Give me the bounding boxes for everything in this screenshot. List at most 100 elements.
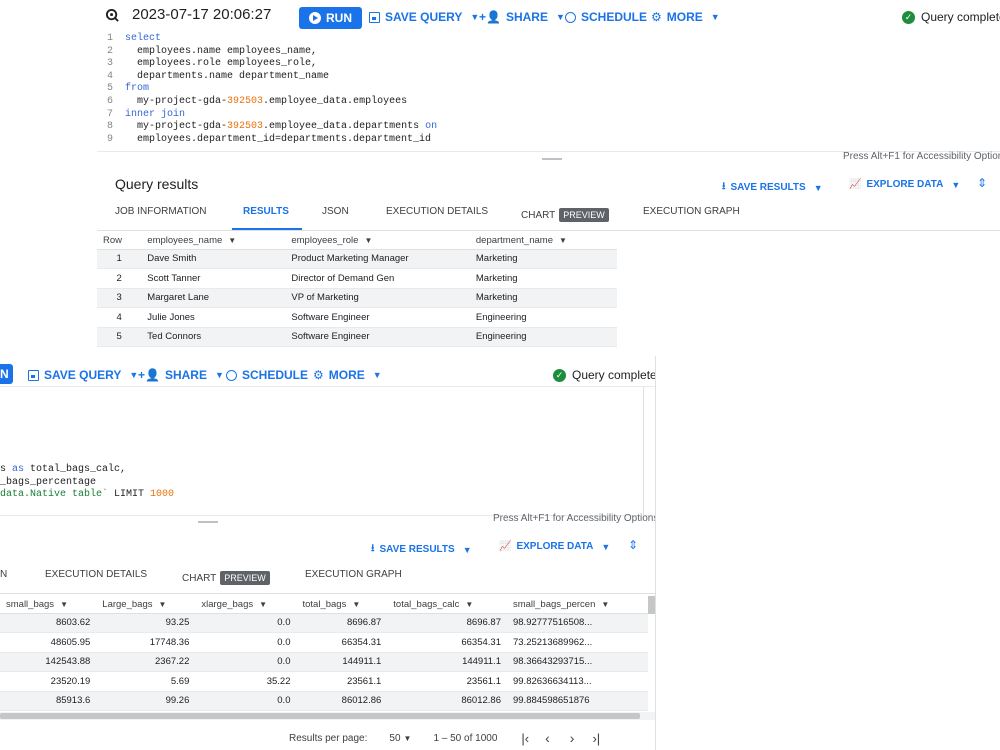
tab-json[interactable]: N bbox=[0, 569, 7, 580]
download-icon: ⭳ bbox=[371, 543, 375, 554]
table-cell: Director of Demand Gen bbox=[285, 268, 470, 289]
share-button[interactable]: +👤 SHARE ▼ bbox=[138, 368, 224, 382]
query-icon[interactable] bbox=[105, 8, 120, 26]
chevron-down-icon: ▼ bbox=[403, 733, 412, 743]
table-cell: Marketing bbox=[469, 268, 617, 289]
table-cell: 144911.1 bbox=[296, 652, 388, 672]
tab-chart[interactable]: CHART PREVIEW bbox=[182, 571, 270, 585]
tab-execution-details[interactable]: EXECUTION DETAILS bbox=[386, 206, 488, 217]
table-cell: 144911.1 bbox=[387, 652, 507, 672]
code-line: data.Native table` LIMIT 1000 bbox=[0, 489, 175, 501]
first-page-icon[interactable]: |‹ bbox=[521, 731, 529, 746]
sql-editor[interactable]: 1 select 2 employees.name employees_name, 3… bbox=[97, 33, 1000, 151]
share-button[interactable]: +👤 SHARE ▼ bbox=[479, 10, 565, 24]
column-header[interactable]: small_bags ▼ bbox=[0, 596, 97, 614]
column-header[interactable]: total_bags ▼ bbox=[296, 596, 388, 614]
results-per-page-select[interactable]: 50 ▼ bbox=[389, 733, 411, 744]
chevron-down-icon: ▼ bbox=[813, 182, 823, 193]
table-cell: 73.25213689962... bbox=[506, 632, 648, 653]
column-menu-icon[interactable]: ▼ bbox=[559, 236, 567, 245]
line-number: 6 bbox=[106, 95, 113, 107]
tab-json[interactable]: JSON bbox=[322, 206, 349, 217]
code-line: 1 select bbox=[97, 33, 1000, 46]
column-menu-icon[interactable]: ▼ bbox=[465, 600, 473, 609]
column-menu-icon[interactable]: ▼ bbox=[601, 600, 609, 609]
resize-handle[interactable] bbox=[542, 158, 562, 160]
vertical-scrollbar[interactable] bbox=[648, 596, 655, 614]
column-header[interactable]: employees_role ▼ bbox=[285, 232, 470, 250]
column-header-label: total_bags_calc bbox=[393, 598, 460, 610]
expand-collapse-icon[interactable]: ⇕ bbox=[977, 176, 987, 190]
save-query-button[interactable]: SAVE QUERY ▼ bbox=[28, 368, 138, 382]
run-button[interactable]: RUN bbox=[299, 7, 362, 29]
tab-execution-graph[interactable]: EXECUTION GRAPH bbox=[643, 206, 740, 217]
check-circle-icon: ✓ bbox=[902, 10, 915, 24]
accessibility-hint: Press Alt+F1 for Accessibility Options bbox=[843, 151, 1000, 162]
column-header[interactable]: employees_name ▼ bbox=[141, 232, 286, 250]
code-text: my-project-gda-392503.employee_data.empl… bbox=[125, 95, 408, 107]
run-button[interactable]: N bbox=[0, 364, 13, 384]
row-number: 4 bbox=[97, 307, 142, 328]
query-tab-timestamp[interactable]: 2023-07-17 20:06:27 bbox=[132, 6, 271, 23]
table-cell: 23561.1 bbox=[387, 671, 507, 692]
table-cell: 8696.87 bbox=[387, 613, 507, 633]
query-results-title: Query results bbox=[115, 176, 199, 192]
tab-results[interactable]: RESULTS bbox=[243, 206, 289, 217]
table-cell: 0.0 bbox=[195, 652, 297, 672]
horizontal-scrollbar-thumb[interactable] bbox=[0, 713, 640, 719]
column-header[interactable]: total_bags_calc ▼ bbox=[387, 596, 507, 614]
column-header[interactable]: Row bbox=[97, 232, 142, 250]
check-circle-icon: ✓ bbox=[553, 368, 566, 382]
table-cell: 99.26 bbox=[96, 691, 196, 711]
explore-data-button[interactable]: 📈 EXPLORE DATA ▼ bbox=[499, 541, 610, 552]
column-menu-icon[interactable]: ▼ bbox=[60, 600, 68, 609]
play-icon bbox=[309, 12, 321, 24]
chevron-down-icon: ▼ bbox=[372, 370, 382, 380]
column-menu-icon[interactable]: ▼ bbox=[228, 236, 236, 245]
table-row: 8603.62 93.25 0.0 8696.87 8696.87 98.92777516… bbox=[0, 613, 648, 633]
resize-handle[interactable] bbox=[198, 521, 218, 523]
save-results-button[interactable]: ⭳ SAVE RESULTS ▼ bbox=[722, 179, 823, 196]
column-menu-icon[interactable]: ▼ bbox=[158, 600, 166, 609]
schedule-button[interactable]: SCHEDULE bbox=[226, 368, 308, 382]
column-header[interactable]: xlarge_bags ▼ bbox=[195, 596, 297, 614]
line-number: 7 bbox=[106, 108, 113, 120]
tab-job-information[interactable]: JOB INFORMATION bbox=[115, 206, 206, 217]
save-results-button[interactable]: ⭳ SAVE RESULTS ▼ bbox=[371, 541, 472, 558]
explore-data-button[interactable]: 📈 EXPLORE DATA ▼ bbox=[849, 179, 960, 190]
tab-execution-details[interactable]: EXECUTION DETAILS bbox=[45, 569, 147, 580]
column-menu-icon[interactable]: ▼ bbox=[352, 600, 360, 609]
code-line: _bags_percentage bbox=[0, 476, 97, 488]
column-header-label: xlarge_bags bbox=[201, 598, 254, 610]
row-number: 2 bbox=[97, 268, 142, 289]
clock-icon bbox=[565, 11, 576, 23]
save-query-button[interactable]: SAVE QUERY ▼ bbox=[369, 10, 479, 24]
table-cell: Scott Tanner bbox=[141, 268, 286, 289]
sql-editor[interactable]: s as total_bags_calc, _bags_percentage dat… bbox=[0, 464, 174, 502]
tab-chart[interactable]: CHART PREVIEW bbox=[521, 208, 609, 222]
column-header[interactable]: small_bags_percen ▼ bbox=[506, 596, 648, 614]
last-page-icon[interactable]: ›| bbox=[592, 731, 600, 746]
code-line: 2 employees.name employees_name, bbox=[97, 46, 1000, 59]
expand-collapse-icon[interactable]: ⇕ bbox=[628, 538, 638, 552]
column-menu-icon[interactable]: ▼ bbox=[259, 600, 267, 609]
results-table: small_bags ▼ Large_bags ▼ xlarge_bags ▼ total_… bbox=[0, 596, 648, 711]
chevron-down-icon: ▼ bbox=[601, 541, 611, 552]
table-cell: 98.92777516508... bbox=[506, 613, 648, 633]
column-header[interactable]: department_name ▼ bbox=[469, 232, 617, 250]
table-cell: 86012.86 bbox=[387, 691, 507, 711]
column-header[interactable]: Large_bags ▼ bbox=[96, 596, 196, 614]
column-menu-icon[interactable]: ▼ bbox=[364, 236, 372, 245]
code-text: select bbox=[125, 33, 162, 44]
table-cell: Ted Connors bbox=[141, 327, 286, 347]
next-page-icon[interactable]: › bbox=[570, 730, 575, 746]
more-button[interactable]: ⚙ MORE ▼ bbox=[313, 368, 382, 382]
schedule-button[interactable]: SCHEDULE bbox=[565, 10, 647, 24]
table-cell: 0.0 bbox=[195, 691, 297, 711]
code-text: inner join bbox=[125, 108, 186, 120]
table-cell: 86012.86 bbox=[296, 691, 388, 711]
previous-page-icon[interactable]: ‹ bbox=[545, 730, 550, 746]
tab-execution-graph[interactable]: EXECUTION GRAPH bbox=[305, 569, 402, 580]
tabs-divider bbox=[0, 593, 655, 594]
more-button[interactable]: ⚙ MORE ▼ bbox=[651, 10, 720, 24]
